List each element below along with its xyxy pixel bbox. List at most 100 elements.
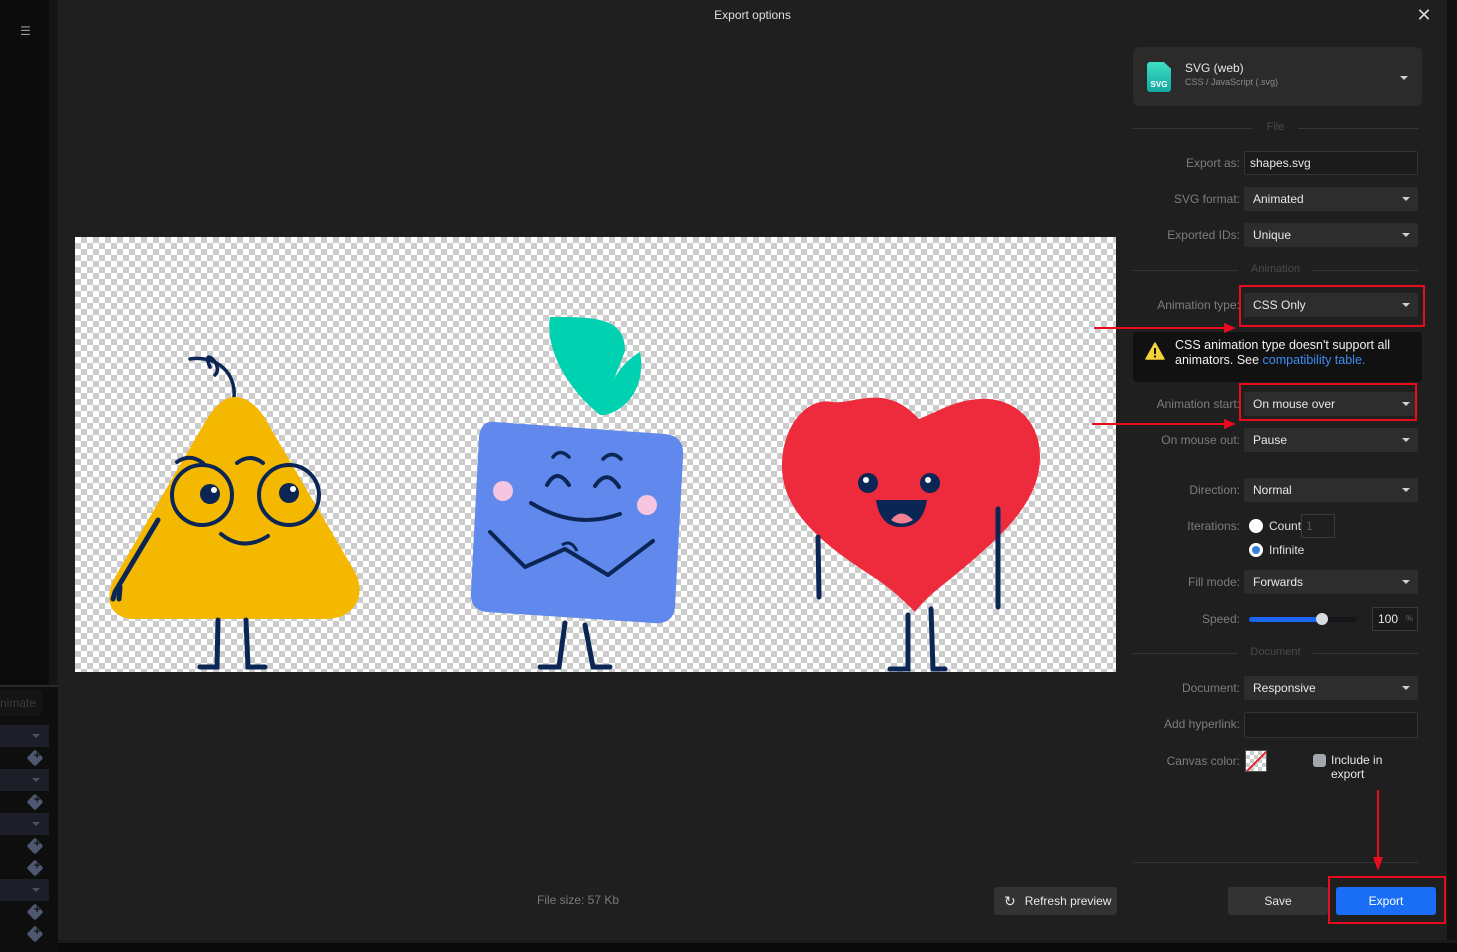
add-keyframe-icon[interactable] — [26, 859, 44, 877]
speed-input[interactable]: 100 % — [1372, 607, 1418, 631]
section-animation-label: Animation — [1251, 263, 1300, 275]
warning-icon — [1145, 342, 1165, 360]
timeline-keyframe-row — [0, 901, 49, 923]
iterations-infinite-radio[interactable] — [1249, 543, 1263, 557]
mouse-out-row: On mouse out: Pause — [1133, 428, 1418, 452]
hyperlink-label: Add hyperlink: — [1163, 717, 1240, 731]
close-button[interactable]: ✕ — [1415, 6, 1433, 24]
add-keyframe-icon[interactable] — [26, 903, 44, 921]
refresh-icon: ↻ — [1004, 892, 1016, 909]
format-subtitle: CSS / JavaScript (.svg) — [1185, 77, 1279, 87]
export-preview — [75, 237, 1116, 672]
blue-square-character — [470, 317, 684, 670]
mouse-out-select[interactable]: Pause — [1244, 428, 1418, 452]
chevron-down-icon — [32, 734, 40, 738]
annotation-arrow-line — [1377, 790, 1379, 858]
file-size-label: File size: 57 Kb — [537, 893, 620, 907]
css-warning-banner: CSS animation type doesn't support all a… — [1133, 332, 1422, 382]
fill-mode-value: Forwards — [1253, 575, 1304, 589]
mouse-out-value: Pause — [1253, 433, 1288, 447]
iterations-infinite-label: Infinite — [1269, 543, 1305, 557]
compatibility-table-link[interactable]: compatibility table. — [1263, 353, 1366, 367]
add-keyframe-icon[interactable] — [26, 925, 44, 943]
chevron-down-icon — [32, 822, 40, 826]
timeline-keyframe-row — [0, 747, 49, 769]
document-value: Responsive — [1253, 681, 1316, 695]
svg-format-label: SVG format: — [1173, 192, 1240, 206]
document-label: Document: — [1181, 681, 1240, 695]
timeline-keyframe-row — [0, 791, 49, 813]
yellow-triangle-character — [109, 355, 360, 670]
animate-button[interactable]: nimate — [0, 690, 42, 716]
exported-ids-row: Exported IDs: Unique — [1133, 223, 1418, 247]
refresh-preview-button[interactable]: ↻ Refresh preview — [994, 887, 1117, 915]
add-keyframe-icon[interactable] — [26, 793, 44, 811]
fill-mode-row: Fill mode: Forwards — [1133, 570, 1418, 594]
direction-value: Normal — [1253, 483, 1292, 497]
add-keyframe-icon[interactable] — [26, 837, 44, 855]
timeline-group-row[interactable] — [0, 725, 49, 747]
canvas-color-label: Canvas color: — [1166, 754, 1240, 768]
timeline-keyframe-row — [0, 923, 49, 945]
annotation-highlight-animation-type — [1239, 285, 1425, 327]
direction-select[interactable]: Normal — [1244, 478, 1418, 502]
menu-icon[interactable]: ☰ — [20, 25, 33, 37]
annotation-arrow-head-icon — [1224, 419, 1236, 429]
add-keyframe-icon[interactable] — [26, 749, 44, 767]
speed-slider-thumb[interactable] — [1316, 613, 1329, 625]
document-select[interactable]: Responsive — [1244, 676, 1418, 700]
chevron-down-icon — [32, 888, 40, 892]
export-as-input[interactable]: shapes.svg — [1244, 151, 1418, 175]
exported-ids-select[interactable]: Unique — [1244, 223, 1418, 247]
timeline-group-row[interactable] — [0, 813, 49, 835]
hyperlink-row: Add hyperlink: — [1133, 712, 1418, 738]
section-document-label: Document — [1250, 646, 1301, 658]
svg-format-value: Animated — [1253, 192, 1304, 206]
annotation-arrow-head-icon — [1373, 857, 1383, 871]
dialog-title: Export options — [714, 8, 791, 22]
refresh-preview-label: Refresh preview — [1024, 894, 1112, 908]
svg-format-select[interactable]: Animated — [1244, 187, 1418, 211]
direction-label: Direction: — [1189, 483, 1240, 497]
speed-value: 100 — [1378, 612, 1399, 626]
animation-start-label: Animation start: — [1156, 397, 1240, 411]
exported-ids-value: Unique — [1253, 228, 1292, 242]
left-toolbar: ☰ — [0, 0, 49, 685]
timeline-keyframe-row — [0, 835, 49, 857]
export-as-label: Export as: — [1185, 156, 1240, 170]
vertical-ruler — [49, 0, 58, 685]
chevron-down-icon — [1402, 686, 1410, 690]
chevron-down-icon — [1400, 76, 1408, 80]
annotation-arrow-head-icon — [1224, 323, 1236, 333]
save-button[interactable]: Save — [1228, 887, 1328, 915]
divider — [1298, 128, 1418, 129]
dialog-title-bar: Export options ✕ — [58, 0, 1447, 30]
iterations-count-radio[interactable] — [1249, 519, 1263, 533]
chevron-down-icon — [1402, 438, 1410, 442]
svg-file-icon-label: SVG — [1150, 80, 1168, 89]
fill-mode-label: Fill mode: — [1187, 575, 1240, 589]
iterations-count-input[interactable]: 1 — [1301, 514, 1335, 538]
annotation-arrow-line — [1094, 327, 1224, 329]
section-file: File — [1133, 121, 1418, 135]
section-document: Document — [1133, 646, 1418, 660]
speed-slider-fill — [1249, 617, 1323, 622]
fill-mode-select[interactable]: Forwards — [1244, 570, 1418, 594]
timeline-group-row[interactable] — [0, 769, 49, 791]
canvas-color-swatch[interactable] — [1245, 750, 1267, 772]
speed-slider[interactable] — [1249, 613, 1357, 625]
animation-type-label: Animation type: — [1157, 298, 1240, 312]
svg-file-icon: SVG — [1147, 62, 1171, 92]
bottom-edge — [58, 940, 1457, 952]
direction-row: Direction: Normal — [1133, 478, 1418, 502]
hyperlink-input[interactable] — [1244, 712, 1418, 738]
include-in-export-checkbox[interactable] — [1313, 754, 1326, 767]
warning-text: CSS animation type doesn't support all a… — [1175, 338, 1415, 368]
export-format-select[interactable]: SVG SVG (web) CSS / JavaScript (.svg) — [1133, 47, 1422, 106]
speed-unit: % — [1405, 614, 1413, 623]
right-edge-panel — [1447, 0, 1457, 952]
mouse-out-label: On mouse out: — [1161, 433, 1240, 447]
chevron-down-icon — [1402, 197, 1410, 201]
exported-ids-label: Exported IDs: — [1167, 228, 1240, 242]
timeline-group-row[interactable] — [0, 879, 49, 901]
